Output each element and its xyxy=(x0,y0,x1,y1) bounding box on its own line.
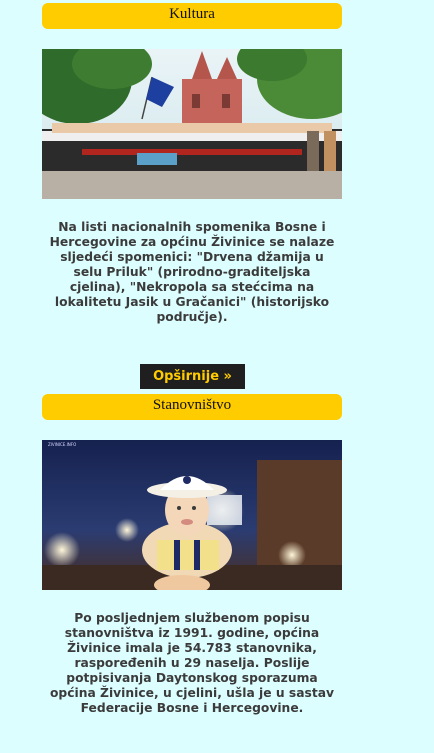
folk-group-image xyxy=(42,49,342,199)
section-title-kultura: Kultura xyxy=(42,3,342,29)
stanovnistvo-text: Po posljednjem službenom popisu stanovni… xyxy=(49,611,335,715)
section-title-stanovnistvo: Stanovništvo xyxy=(42,394,342,420)
kultura-text: Na listi nacionalnih spomenika Bosne i H… xyxy=(49,220,335,324)
stanovnistvo-photo: ZIVINICE.INFO xyxy=(42,440,342,590)
kultura-photo xyxy=(42,49,342,199)
child-on-shoulders-image xyxy=(42,440,342,590)
photo-watermark: ZIVINICE.INFO xyxy=(48,442,77,447)
read-more-button[interactable]: Opširnije » xyxy=(140,364,245,389)
